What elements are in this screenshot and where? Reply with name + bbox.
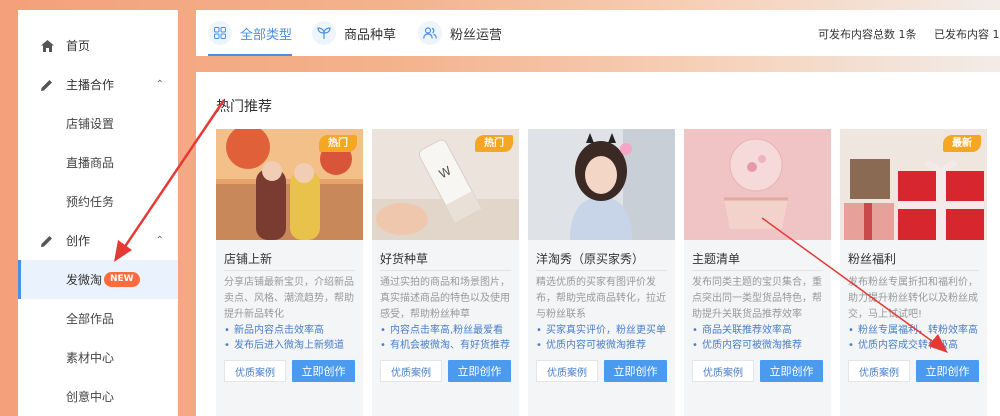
sidebar-item-live-products[interactable]: 直播商品 [18, 143, 178, 182]
benefit-item: 新品内容点击效率高 [224, 323, 359, 338]
sidebar-item-label: 直播商品 [66, 156, 115, 170]
card-divider [692, 270, 823, 271]
template-card-theme-list[interactable]: 主题清单 发布同类主题的宝贝集合，重点突出同一类型货品特色，帮助提升关联货品推荐… [684, 129, 831, 416]
sidebar-item-home[interactable]: 首页 [18, 26, 178, 65]
content-type-tabs: 全部类型 商品种草 粉丝运营 可发布内容总数 1条 已发布内容 1条 [196, 10, 1000, 56]
sidebar-item-anchor-cooperation[interactable]: 主播合作 ⌃ [18, 65, 178, 104]
benefit-item: 内容点击率高,粉丝最爱看 [380, 323, 515, 338]
sidebar-item-label: 素材中心 [66, 351, 115, 365]
sidebar-item-label: 创作 [66, 234, 91, 248]
create-now-button[interactable]: 立即创作 [760, 360, 823, 382]
card-title: 好货种草 [380, 252, 429, 266]
card-divider [536, 270, 667, 271]
publishable-total: 可发布内容总数 1条 [818, 28, 917, 41]
quality-case-button[interactable]: 优质案例 [380, 360, 442, 382]
tab-fan-operation[interactable]: 粉丝运营 [418, 10, 502, 56]
benefit-item: 买家真实评价，粉丝更买单 [536, 323, 671, 338]
sidebar-item-shop-settings[interactable]: 店铺设置 [18, 104, 178, 143]
sidebar-item-label: 店铺设置 [66, 117, 115, 131]
template-card-product-seeding[interactable]: W 热门 好货种草 通过实拍的商品和场景图片，真实描述商品的特色以及使用感受，帮… [372, 129, 519, 416]
card-benefits: 内容点击率高,粉丝最爱看 有机会被微淘、有好货推荐 [380, 323, 515, 353]
sidebar-item-label: 创意中心 [66, 390, 115, 404]
template-card-fan-benefits[interactable]: 最新 粉丝福利 发布粉丝专属折扣和福利价，助力提升粉丝转化以及粉丝成交，马上试试… [840, 129, 987, 416]
card-divider [380, 270, 511, 271]
quality-case-button[interactable]: 优质案例 [536, 360, 598, 382]
sidebar: 首页 主播合作 ⌃ 店铺设置 直播商品 预约任务 创作 ⌃ 发微淘 NEW 全部… [18, 10, 178, 416]
pencil-icon [40, 234, 54, 248]
card-description: 发布粉丝专属折扣和福利价，助力提升粉丝转化以及粉丝成交，马上试试吧! [848, 277, 978, 320]
card-thumbnail [528, 129, 675, 240]
section-title: 热门推荐 [216, 99, 272, 115]
grid-icon [208, 21, 232, 45]
sidebar-item-post-weitao[interactable]: 发微淘 NEW [18, 260, 178, 299]
hot-recommendations-panel: 热门推荐 热门 店铺上新 分享店铺最新宝贝，介绍新品卖点、风格、潮流趋势，帮助提… [196, 72, 1000, 416]
new-badge: NEW [104, 272, 140, 287]
sidebar-item-label: 全部作品 [66, 312, 115, 326]
benefit-item: 发布后进入微淘上新频道 [224, 338, 359, 353]
card-divider [848, 270, 979, 271]
quality-case-button[interactable]: 优质案例 [224, 360, 286, 382]
tab-label: 商品种草 [344, 27, 397, 43]
card-thumbnail [684, 129, 831, 240]
sidebar-item-label: 预约任务 [66, 195, 115, 209]
benefit-item: 优质内容可被微淘推荐 [692, 338, 827, 353]
sidebar-item-label: 发微淘 [66, 273, 103, 287]
sprout-icon [312, 21, 336, 45]
tab-product-seeding[interactable]: 商品种草 [312, 10, 396, 56]
tab-label: 全部类型 [240, 27, 293, 43]
sidebar-item-creative-center[interactable]: 创意中心 [18, 377, 178, 416]
hot-tag: 热门 [475, 135, 513, 152]
sidebar-item-create[interactable]: 创作 ⌃ [18, 221, 178, 260]
create-now-button[interactable]: 立即创作 [292, 360, 355, 382]
sidebar-item-label: 主播合作 [66, 78, 115, 92]
card-description: 通过实拍的商品和场景图片，真实描述商品的特色以及使用感受，帮助粉丝种草 [380, 277, 510, 320]
chevron-up-icon[interactable]: ⌃ [156, 79, 164, 90]
card-benefits: 粉丝专属福利，转粉效率高 优质内容成交转化极高 [848, 323, 983, 353]
sidebar-item-booking-tasks[interactable]: 预约任务 [18, 182, 178, 221]
card-title: 洋淘秀（原买家秀） [536, 252, 645, 266]
card-title: 主题清单 [692, 252, 741, 266]
create-now-button[interactable]: 立即创作 [448, 360, 511, 382]
benefit-item: 优质内容可被微淘推荐 [536, 338, 671, 353]
card-benefits: 新品内容点击效率高 发布后进入微淘上新频道 [224, 323, 359, 353]
card-title: 店铺上新 [224, 252, 273, 266]
hot-tag: 热门 [319, 135, 357, 152]
pencil-icon [40, 78, 54, 92]
sidebar-item-material-center[interactable]: 素材中心 [18, 338, 178, 377]
card-divider [224, 270, 355, 271]
sidebar-item-all-works[interactable]: 全部作品 [18, 299, 178, 338]
tab-label: 粉丝运营 [450, 27, 503, 43]
benefit-item: 粉丝专属福利，转粉效率高 [848, 323, 983, 338]
create-now-button[interactable]: 立即创作 [916, 360, 979, 382]
new-tag: 最新 [943, 135, 981, 152]
sidebar-item-label: 首页 [66, 39, 91, 53]
card-description: 发布同类主题的宝贝集合，重点突出同一类型货品特色，帮助提升关联货品推荐效率 [692, 277, 822, 320]
quality-case-button[interactable]: 优质案例 [848, 360, 910, 382]
benefit-item: 优质内容成交转化极高 [848, 338, 983, 353]
users-icon [418, 21, 442, 45]
chevron-up-icon[interactable]: ⌃ [156, 235, 164, 246]
card-title: 粉丝福利 [848, 252, 897, 266]
benefit-item: 商品关联推荐效率高 [692, 323, 827, 338]
template-card-shop-new[interactable]: 热门 店铺上新 分享店铺最新宝贝，介绍新品卖点、风格、潮流趋势，帮助提升新品转化… [216, 129, 363, 416]
quality-case-button[interactable]: 优质案例 [692, 360, 754, 382]
template-card-buyer-show[interactable]: 洋淘秀（原买家秀） 精选优质的买家有图评价发布，帮助完成商品转化，拉近与粉丝联系… [528, 129, 675, 416]
card-description: 分享店铺最新宝贝，介绍新品卖点、风格、潮流趋势，帮助提升新品转化 [224, 277, 354, 320]
card-benefits: 商品关联推荐效率高 优质内容可被微淘推荐 [692, 323, 827, 353]
card-description: 精选优质的买家有图评价发布，帮助完成商品转化，拉近与粉丝联系 [536, 277, 666, 320]
card-benefits: 买家真实评价，粉丝更买单 优质内容可被微淘推荐 [536, 323, 671, 353]
benefit-item: 有机会被微淘、有好货推荐 [380, 338, 515, 353]
published-count: 已发布内容 1条 [934, 28, 1000, 41]
home-icon [40, 39, 54, 53]
tab-all-types[interactable]: 全部类型 [208, 10, 293, 56]
create-now-button[interactable]: 立即创作 [604, 360, 667, 382]
